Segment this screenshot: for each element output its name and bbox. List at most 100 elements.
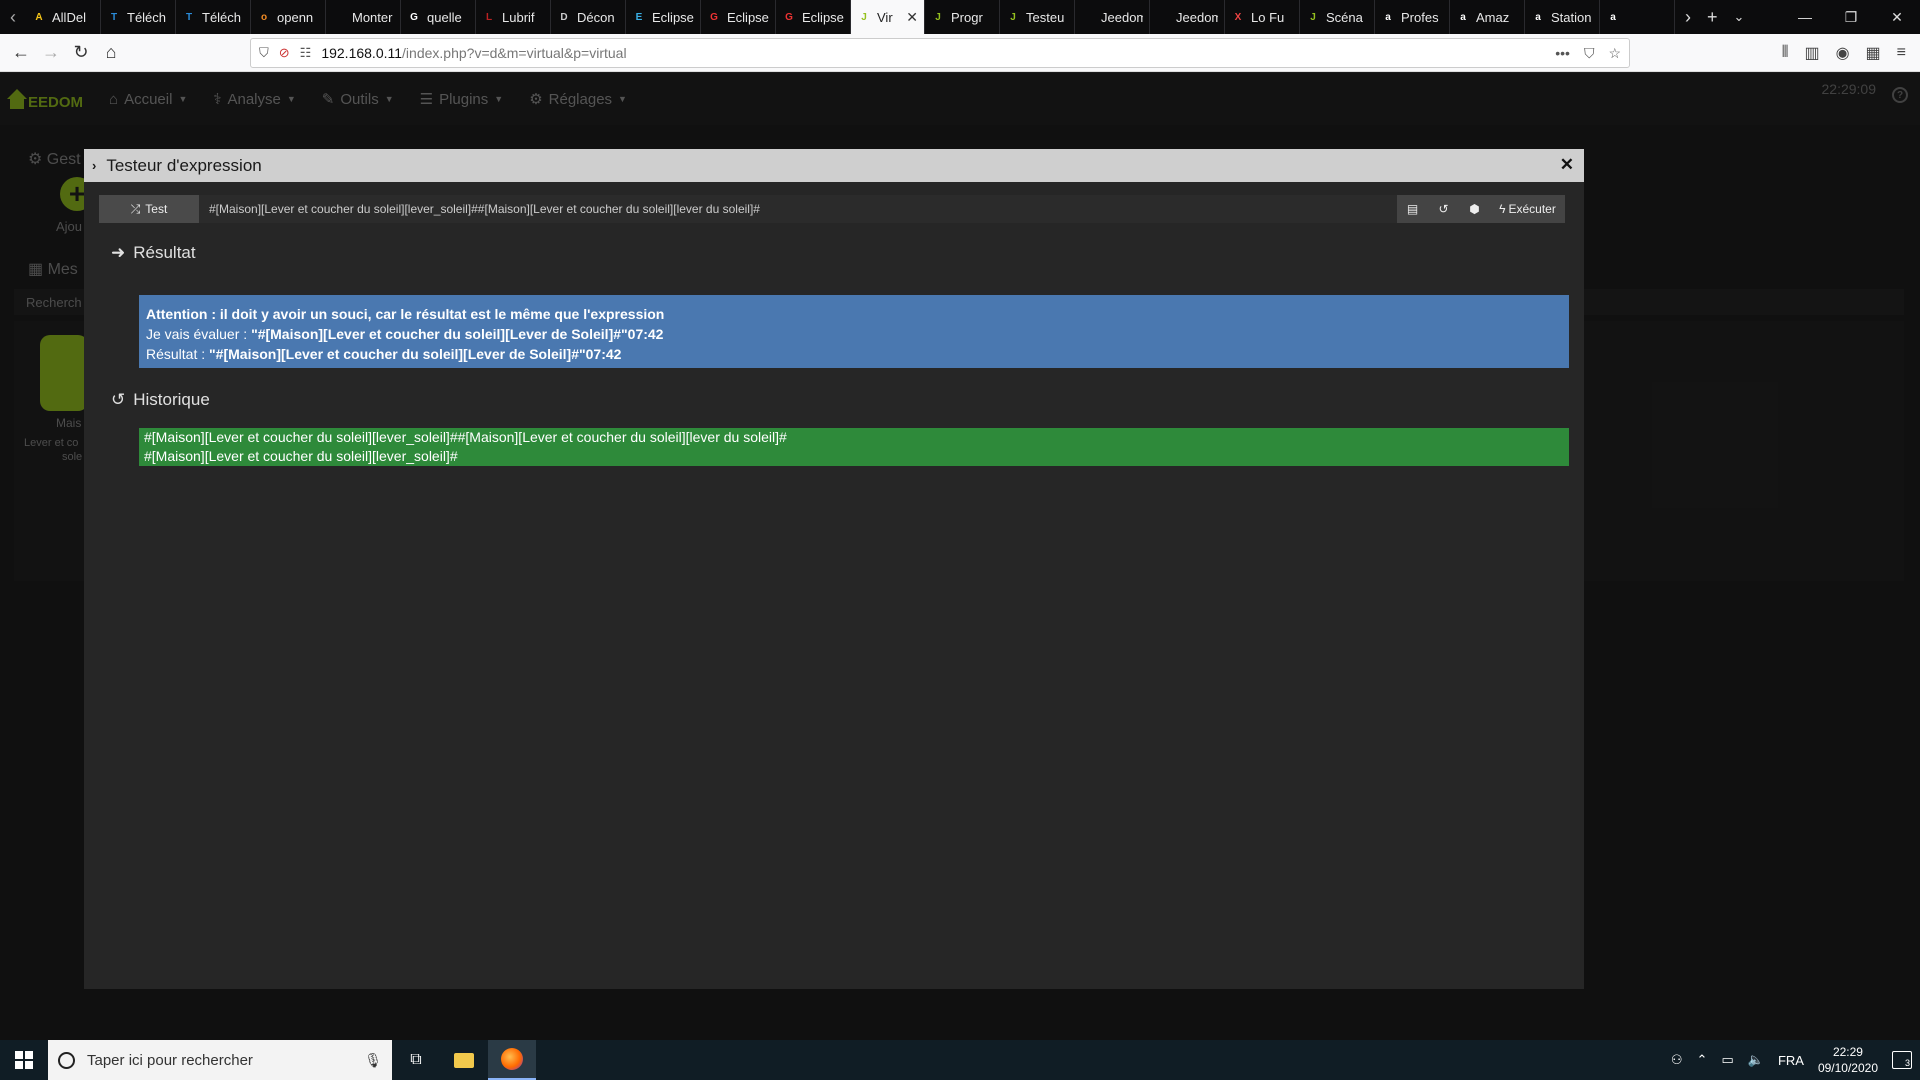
browser-tab[interactable]: J Testeu [1000,0,1075,34]
cube-icon: ⬢ [1469,202,1480,216]
tab-favicon-icon: G [710,11,718,23]
back-button[interactable]: ← [6,38,36,68]
browser-tab[interactable]: a Station [1525,0,1600,34]
account-icon[interactable]: ◉ [1836,43,1850,63]
tab-favicon-icon: G [785,11,793,23]
tab-favicon-icon [332,10,346,24]
browser-tab[interactable]: Jeedom v4 [1075,0,1150,34]
browser-tab[interactable]: D Décon [551,0,626,34]
result-value-line: Résultat : "#[Maison][Lever et coucher d… [146,346,622,362]
tab-title: Jeedom v4 [1101,9,1143,25]
expression-toolbar: ⤮ Test ▤ ↺ ⬢ ϟ Exécuter [99,195,1565,223]
history-icon: ↺ [1438,202,1449,216]
browser-tab[interactable]: G Eclipse [776,0,851,34]
tab-title: Testeu [1026,9,1065,25]
extension-icon[interactable]: ▦ [1866,43,1881,63]
tab-title: openn [277,9,314,25]
browser-tab[interactable]: a Profes [1375,0,1450,34]
forward-button[interactable]: → [36,38,66,68]
history-item[interactable]: #[Maison][Lever et coucher du soleil][le… [144,428,1564,447]
list-all-tabs-button[interactable]: ⌄ [1734,9,1745,25]
menu-hamburger-icon[interactable]: ≡ [1897,44,1906,62]
url-bar[interactable]: ⛉ ⊘ ☷ 192.168.0.11/index.php?v=d&m=virtu… [250,38,1630,68]
close-tab-icon[interactable]: ✕ [906,9,918,26]
browser-tab[interactable]: Gquelle [401,0,476,34]
permissions-icon[interactable]: ☷ [300,45,312,61]
firefox-button[interactable] [488,1040,536,1080]
taskbar-search[interactable]: Taper ici pour rechercher 🎙 [48,1040,392,1080]
network-icon[interactable]: ▭ [1721,1052,1733,1068]
new-tab-button[interactable]: + [1707,7,1718,28]
tab-title: Scéna [1326,9,1363,25]
browser-tab[interactable]: L Lubrif [476,0,551,34]
volume-icon[interactable]: 🔈 [1748,1052,1764,1068]
close-window-button[interactable]: ✕ [1874,0,1920,34]
folder-icon [454,1052,474,1068]
insecure-lock-icon[interactable]: ⊘ [279,45,290,61]
expression-input[interactable] [199,195,1397,223]
modal-close-button[interactable]: ✕ [1560,155,1574,175]
browser-tab[interactable]: X Lo Fu [1225,0,1300,34]
url-path: /index.php?v=d&m=virtual&p=virtual [402,45,627,61]
test-button[interactable]: ⤮ Test [99,195,199,223]
file-explorer-button[interactable] [440,1040,488,1080]
browser-tab[interactable]: A AllDel [26,0,101,34]
language-indicator[interactable]: FRA [1778,1053,1804,1068]
restore-button[interactable]: ❐ [1828,0,1874,34]
browser-tab[interactable]: G Eclipse [701,0,776,34]
browser-tab[interactable]: J Vir ✕ [851,0,925,34]
random-icon: ⤮ [130,201,141,216]
result-title: Résultat [133,243,196,262]
notif-count: 3 [1904,1058,1910,1068]
library-icon[interactable]: ⫴ [1782,44,1789,62]
shield-icon[interactable]: ⛉ [259,45,269,61]
show-hidden-icons-icon[interactable]: ⌃ [1697,1052,1708,1068]
history-item[interactable]: #[Maison][Lever et coucher du soleil][le… [144,447,1564,466]
result-box: Attention : il doit y avoir un souci, ca… [139,295,1569,368]
list-command-button[interactable]: ▤ [1397,195,1428,223]
browser-tab[interactable]: a Amaz [1450,0,1525,34]
history-icon: ↺ [111,390,126,409]
minimize-button[interactable]: — [1782,0,1828,34]
task-view-button[interactable]: ⧉ [392,1040,440,1080]
browser-tab[interactable]: J Scéna [1300,0,1375,34]
notification-center-icon[interactable]: 3 [1892,1051,1912,1069]
people-icon[interactable]: ⚇ [1671,1052,1683,1068]
sidebar-icon[interactable]: ▥ [1804,43,1819,63]
windows-taskbar: Taper ici pour rechercher 🎙 ⧉ ⚇ ⌃ ▭ 🔈 FR… [0,1040,1920,1080]
expression-tester-modal: › Testeur d'expression ✕ ⤮ Test ▤ ↺ ⬢ ϟ … [84,149,1584,989]
history-button[interactable]: ↺ [1428,195,1459,223]
browser-tab[interactable]: Monter un [326,0,401,34]
browser-tab[interactable]: a [1600,0,1675,34]
clock[interactable]: 22:29 09/10/2020 [1818,1044,1878,1076]
windows-logo-icon [15,1051,33,1069]
browser-tab[interactable]: E Eclipse [626,0,701,34]
bookmark-star-icon[interactable]: ☆ [1608,45,1621,62]
browser-tab[interactable]: o openn [251,0,326,34]
browser-tab[interactable]: J Progr [925,0,1000,34]
pocket-icon[interactable]: ⛉ [1584,45,1595,62]
execute-button[interactable]: ϟ Exécuter [1490,195,1565,223]
tab-favicon-icon: J [861,11,867,23]
browser-tab[interactable]: Jeedom v4 [1150,0,1225,34]
tab-title: Vir [877,9,893,25]
tab-favicon-icon: T [110,11,118,23]
home-button[interactable]: ⌂ [96,38,126,68]
page-actions-icon[interactable]: ••• [1555,45,1570,62]
tab-favicon-icon: o [260,11,268,23]
chevron-right-icon: › [92,158,97,173]
tab-scroll-left-button[interactable]: ‹ [0,0,26,34]
tab-scroll-right-button[interactable]: › [1685,7,1691,28]
equipment-button[interactable]: ⬢ [1459,195,1490,223]
browser-tab[interactable]: T Téléch [101,0,176,34]
reload-button[interactable]: ↻ [66,38,96,68]
browser-tab[interactable]: T Téléch [176,0,251,34]
clock-date: 09/10/2020 [1817,1061,1878,1075]
cortana-icon [58,1051,75,1069]
microphone-icon[interactable]: 🎙 [364,1052,382,1069]
tab-favicon-icon: a [1385,11,1391,23]
tab-favicon-icon: E [635,11,643,23]
start-button[interactable] [0,1040,48,1080]
tab-favicon-icon: a [1460,11,1466,23]
toolbar-right: ⫴ ▥ ◉ ▦ ≡ [1782,38,1920,68]
